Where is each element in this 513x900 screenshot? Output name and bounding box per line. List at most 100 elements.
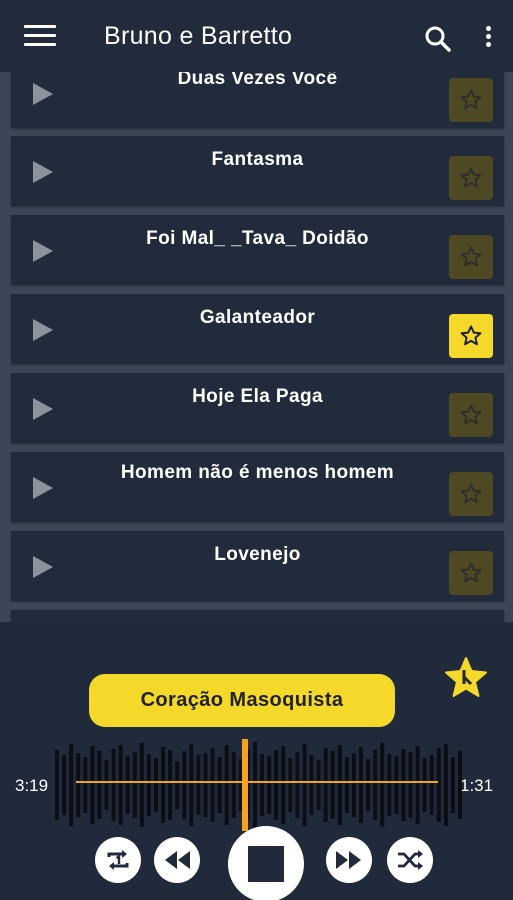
song-title: Foi Mal_ _Tava_ Doidão bbox=[146, 228, 369, 249]
favorite-star-icon[interactable] bbox=[449, 156, 493, 200]
waveform-bar bbox=[210, 748, 215, 822]
song-list[interactable]: Duas Vezes Você Fantasma Foi Mal_ _Tava_ D… bbox=[0, 0, 513, 622]
waveform-bar bbox=[231, 752, 236, 818]
song-title: Fantasma bbox=[211, 149, 304, 170]
rewind-button[interactable] bbox=[154, 837, 200, 883]
waveform-bar bbox=[111, 749, 116, 821]
waveform-bar bbox=[309, 755, 314, 815]
rewind-icon bbox=[165, 851, 190, 869]
stop-button[interactable] bbox=[228, 826, 304, 900]
waveform-bar bbox=[97, 751, 102, 819]
waveform-bar bbox=[154, 758, 158, 812]
fast-forward-icon bbox=[336, 851, 361, 869]
favorite-star-icon[interactable] bbox=[449, 472, 493, 516]
waveform-bar bbox=[337, 745, 342, 825]
waveform-bar bbox=[458, 751, 462, 819]
waveform-bar bbox=[90, 746, 95, 824]
favorite-star-icon[interactable] bbox=[449, 393, 493, 437]
waveform-bar bbox=[316, 760, 321, 810]
favorite-star-icon[interactable] bbox=[443, 656, 489, 698]
waveform-bar bbox=[422, 758, 427, 812]
waveform-bar bbox=[260, 754, 264, 816]
waveform-bar bbox=[175, 761, 180, 809]
waveform-bar bbox=[203, 753, 208, 817]
repeat-one-button[interactable] bbox=[95, 837, 141, 883]
song-card[interactable]: Galanteador bbox=[11, 294, 504, 364]
waveform-bar bbox=[359, 747, 363, 823]
play-icon[interactable] bbox=[33, 83, 53, 105]
song-card[interactable]: Foi Mal_ _Tava_ Doidão bbox=[11, 215, 504, 285]
waveform-bar bbox=[132, 752, 137, 818]
waveform-bar bbox=[118, 745, 123, 825]
waveform-bar bbox=[401, 749, 406, 821]
waveform-bar bbox=[302, 744, 307, 826]
now-playing-title[interactable]: Coração Masoquista bbox=[89, 674, 395, 727]
waveform-bar bbox=[323, 748, 328, 822]
favorite-star-icon[interactable] bbox=[449, 78, 493, 122]
waveform-bar bbox=[146, 754, 151, 816]
song-card[interactable]: Fantasma bbox=[11, 136, 504, 206]
waveform-seekbar[interactable] bbox=[0, 739, 513, 831]
waveform-bar bbox=[168, 750, 173, 820]
play-icon[interactable] bbox=[33, 161, 53, 183]
waveform-bar bbox=[281, 746, 286, 824]
repeat-one-icon bbox=[107, 850, 129, 870]
waveform-bar bbox=[295, 752, 300, 818]
waveform-bar bbox=[224, 745, 229, 825]
waveform-bar bbox=[351, 753, 356, 817]
play-icon[interactable] bbox=[33, 319, 53, 341]
waveform-bar bbox=[125, 756, 130, 814]
waveform-bar bbox=[182, 751, 187, 819]
waveform-bar bbox=[330, 751, 335, 819]
song-title: Homem não é menos homem bbox=[120, 462, 395, 483]
song-card[interactable]: Lovenejo bbox=[11, 531, 504, 601]
waveform-bar bbox=[69, 744, 74, 826]
song-title: Lovenejo bbox=[214, 544, 301, 565]
waveform-bar bbox=[429, 755, 434, 815]
waveform-bar bbox=[62, 755, 67, 815]
song-card[interactable]: Hoje Ela Paga bbox=[11, 373, 504, 443]
more-vert-icon[interactable] bbox=[478, 26, 498, 50]
song-card[interactable]: Homem não é menos homem bbox=[11, 452, 504, 522]
waveform-bar bbox=[366, 759, 371, 811]
playhead[interactable] bbox=[242, 739, 248, 831]
shuffle-icon bbox=[398, 850, 423, 870]
song-title: Galanteador bbox=[199, 307, 316, 328]
waveform-bar bbox=[394, 756, 399, 814]
search-icon[interactable] bbox=[424, 25, 452, 53]
waveform-bar bbox=[373, 750, 378, 820]
stop-icon bbox=[248, 846, 284, 882]
waveform-bar bbox=[380, 743, 385, 827]
waveform-bar bbox=[217, 757, 222, 813]
waveform-bar bbox=[161, 747, 166, 823]
hamburger-menu-icon[interactable] bbox=[24, 25, 56, 49]
player-panel: Coração Masoquista 3:19 1:31 bbox=[0, 622, 513, 900]
play-icon[interactable] bbox=[33, 240, 53, 262]
shuffle-button[interactable] bbox=[387, 837, 433, 883]
waveform-bar bbox=[196, 755, 201, 815]
song-card[interactable] bbox=[11, 610, 504, 622]
waveform-bar bbox=[288, 758, 293, 812]
waveform-bar bbox=[450, 757, 455, 813]
waveform-bar bbox=[104, 760, 109, 810]
page-title: Bruno e Barretto bbox=[104, 22, 293, 50]
waveform-bar bbox=[139, 743, 144, 827]
favorite-star-icon[interactable] bbox=[449, 314, 493, 358]
waveform-bar bbox=[253, 742, 257, 828]
waveform-bar bbox=[387, 754, 392, 816]
play-icon[interactable] bbox=[33, 477, 53, 499]
favorite-star-icon[interactable] bbox=[449, 235, 493, 279]
waveform-bar bbox=[83, 757, 88, 813]
play-icon[interactable] bbox=[33, 556, 53, 578]
favorite-star-icon[interactable] bbox=[449, 551, 493, 595]
song-title: Hoje Ela Paga bbox=[192, 386, 323, 407]
play-icon[interactable] bbox=[33, 398, 53, 420]
fast-forward-button[interactable] bbox=[326, 837, 372, 883]
waveform-bar bbox=[443, 744, 448, 826]
waveform-bar bbox=[55, 750, 59, 820]
app-bar: Bruno e Barretto bbox=[0, 0, 513, 72]
waveform-bar bbox=[408, 752, 413, 818]
waveform-bar bbox=[76, 753, 81, 817]
waveform-bar bbox=[267, 756, 272, 814]
waveform-bar bbox=[415, 746, 420, 824]
